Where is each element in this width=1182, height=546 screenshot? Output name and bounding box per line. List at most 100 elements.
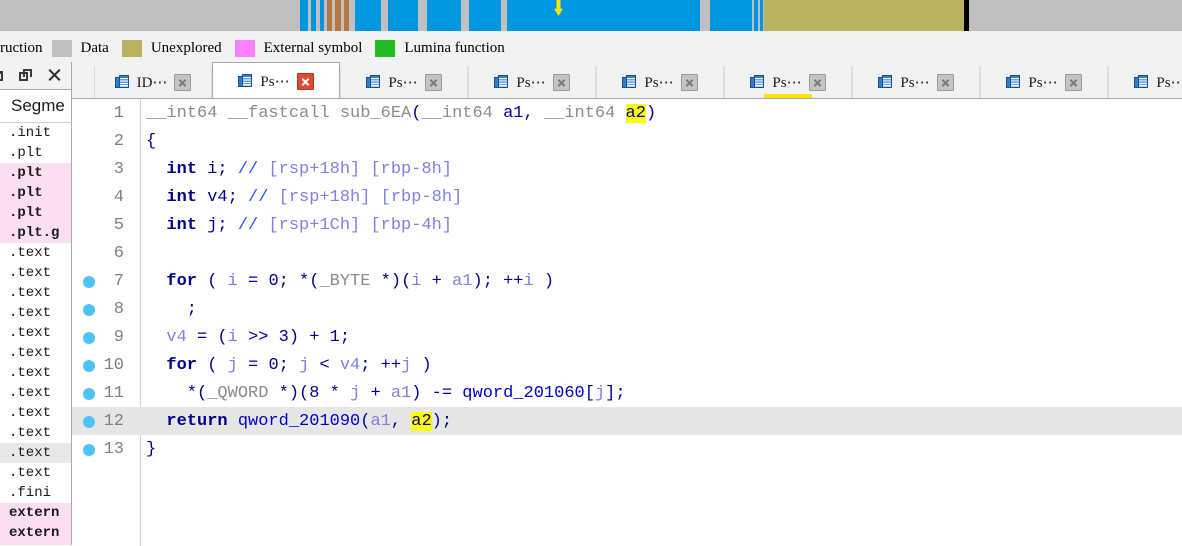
code-line-text[interactable]: { bbox=[132, 132, 156, 151]
code-line[interactable]: 10 for ( j = 0; j < v4; ++j ) bbox=[72, 351, 1182, 379]
segment-list-item[interactable]: .text bbox=[0, 263, 71, 283]
navigation-band-segment[interactable] bbox=[507, 0, 700, 31]
breakpoint-marker-icon[interactable] bbox=[83, 332, 95, 344]
code-line[interactable]: 11 *(_QWORD *)(8 * j + a1) -= qword_2010… bbox=[72, 379, 1182, 407]
restore-window-icon[interactable] bbox=[0, 68, 6, 83]
segment-list-item[interactable]: .plt bbox=[0, 203, 71, 223]
code-token: ( bbox=[197, 271, 228, 291]
code-line[interactable]: 1 __int64 __fastcall sub_6EA(__int64 a1, … bbox=[72, 99, 1182, 127]
navigation-band-segments[interactable] bbox=[0, 0, 1182, 31]
segment-list-item[interactable]: .init bbox=[0, 123, 71, 143]
navigation-band-segment[interactable] bbox=[0, 0, 300, 31]
code-line[interactable]: 8 ; bbox=[72, 295, 1182, 323]
tab-close-icon[interactable] bbox=[680, 74, 698, 91]
navigation-band-segment[interactable] bbox=[388, 0, 418, 31]
tab-bar[interactable]: ID⋯ Ps⋯ Ps⋯ Ps⋯ Ps⋯ Ps⋯ Ps⋯ Ps⋯ Ps⋯ bbox=[72, 62, 1182, 99]
tab-close-icon[interactable] bbox=[424, 74, 442, 91]
code-line[interactable]: 9 v4 = (i >> 3) + 1; bbox=[72, 323, 1182, 351]
code-line-text[interactable]: for ( j = 0; j < v4; ++j ) bbox=[132, 356, 431, 375]
code-line-text[interactable]: ; bbox=[132, 300, 197, 319]
code-line-text[interactable]: } bbox=[132, 440, 156, 459]
segment-list-item[interactable]: .plt.g bbox=[0, 223, 71, 243]
tab-close-icon[interactable] bbox=[808, 74, 826, 91]
close-window-icon[interactable] bbox=[47, 68, 62, 83]
code-line-text[interactable]: v4 = (i >> 3) + 1; bbox=[132, 328, 350, 347]
tab-close-icon[interactable] bbox=[552, 74, 570, 91]
tab-close-icon[interactable] bbox=[936, 74, 954, 91]
navigation-band-segment[interactable] bbox=[469, 0, 501, 31]
breakpoint-marker-icon[interactable] bbox=[83, 360, 95, 372]
segment-list-item[interactable]: .plt bbox=[0, 163, 71, 183]
code-line-text[interactable]: for ( i = 0; *(_BYTE *)(i + a1); ++i ) bbox=[132, 272, 554, 291]
tab[interactable]: Ps⋯ bbox=[1108, 66, 1182, 98]
segment-list-item[interactable]: .text bbox=[0, 443, 71, 463]
code-lines-container[interactable]: 1 __int64 __fastcall sub_6EA(__int64 a1, … bbox=[72, 99, 1182, 463]
segment-list-item[interactable]: .text bbox=[0, 323, 71, 343]
navigation-band-segment[interactable] bbox=[381, 0, 388, 31]
navigation-band-segment[interactable] bbox=[766, 0, 964, 31]
code-line[interactable]: 5 int j; // [rsp+1Ch] [rbp-4h] bbox=[72, 211, 1182, 239]
tab[interactable]: Ps⋯ bbox=[340, 66, 468, 98]
tab[interactable]: Ps⋯ bbox=[212, 62, 340, 98]
segment-list-item[interactable]: .text bbox=[0, 383, 71, 403]
document-pages-icon bbox=[494, 75, 509, 90]
code-line[interactable]: 2{ bbox=[72, 127, 1182, 155]
navigation-band-segment[interactable] bbox=[700, 0, 710, 31]
segments-list[interactable]: .init .plt .plt .plt .plt .plt.g .text .text .te… bbox=[0, 123, 72, 545]
decompiler-code-view[interactable]: 1 __int64 __fastcall sub_6EA(__int64 a1, … bbox=[72, 99, 1182, 546]
code-line-text[interactable]: *(_QWORD *)(8 * j + a1) -= qword_201060[… bbox=[132, 384, 626, 403]
tab-close-icon[interactable] bbox=[1064, 74, 1082, 91]
tab-close-icon[interactable] bbox=[174, 74, 192, 91]
segment-list-item[interactable]: .text bbox=[0, 363, 71, 383]
segments-column-header[interactable]: Segme bbox=[0, 90, 72, 123]
code-line[interactable]: 7 for ( i = 0; *(_BYTE *)(i + a1); ++i ) bbox=[72, 267, 1182, 295]
segment-list-item[interactable]: extern bbox=[0, 503, 71, 523]
tab[interactable]: ID⋯ bbox=[94, 66, 212, 98]
navigation-band-segment[interactable] bbox=[427, 0, 461, 31]
navigation-band-segment[interactable] bbox=[710, 0, 752, 31]
code-line-text[interactable]: __int64 __fastcall sub_6EA(__int64 a1, _… bbox=[132, 103, 656, 123]
code-line-text[interactable]: return qword_201090(a1, a2); bbox=[132, 411, 452, 431]
segment-list-item[interactable]: .plt bbox=[0, 143, 71, 163]
breakpoint-marker-icon[interactable] bbox=[83, 416, 95, 428]
breakpoint-marker-icon[interactable] bbox=[83, 276, 95, 288]
navigation-band-segment[interactable] bbox=[300, 0, 308, 31]
tab[interactable]: Ps⋯ bbox=[596, 66, 724, 98]
navigation-band-segment[interactable] bbox=[355, 0, 381, 31]
segment-list-item[interactable]: .text bbox=[0, 303, 71, 323]
segment-list-item[interactable]: .text bbox=[0, 283, 71, 303]
code-token: a1 bbox=[390, 383, 412, 403]
breakpoint-marker-icon[interactable] bbox=[83, 388, 95, 400]
navigation-band[interactable] bbox=[0, 0, 1182, 31]
breakpoint-marker-icon[interactable] bbox=[83, 304, 95, 316]
code-line-text[interactable]: int v4; // [rsp+18h] [rbp-8h] bbox=[132, 188, 462, 207]
code-token: [rsp+1Ch] [rbp-4h] bbox=[268, 215, 453, 235]
code-line[interactable]: 6 bbox=[72, 239, 1182, 267]
navigation-band-segment[interactable] bbox=[461, 0, 469, 31]
maximize-window-icon[interactable] bbox=[19, 68, 34, 83]
code-line[interactable]: 13} bbox=[72, 435, 1182, 463]
code-line[interactable]: 12 return qword_201090(a1, a2); bbox=[72, 407, 1182, 435]
code-line-text[interactable]: int i; // [rsp+18h] [rbp-8h] bbox=[132, 160, 452, 179]
code-token: for bbox=[166, 271, 198, 291]
segment-list-item[interactable]: .text bbox=[0, 423, 71, 443]
segment-list-item[interactable]: .text bbox=[0, 243, 71, 263]
segment-list-item[interactable]: extern bbox=[0, 523, 71, 543]
code-line[interactable]: 4 int v4; // [rsp+18h] [rbp-8h] bbox=[72, 183, 1182, 211]
tab[interactable]: Ps⋯ bbox=[852, 66, 980, 98]
segment-list-item[interactable]: extern bbox=[0, 543, 71, 545]
segment-list-item[interactable]: .text bbox=[0, 343, 71, 363]
navigation-band-segment[interactable] bbox=[418, 0, 427, 31]
navigation-band-segment[interactable] bbox=[969, 0, 1182, 31]
segment-list-item[interactable]: .text bbox=[0, 403, 71, 423]
code-line-text[interactable]: int j; // [rsp+1Ch] [rbp-4h] bbox=[132, 216, 452, 235]
segment-list-item[interactable]: .fini bbox=[0, 483, 71, 503]
tab-close-icon[interactable] bbox=[296, 73, 314, 90]
breakpoint-marker-icon[interactable] bbox=[83, 444, 95, 456]
segment-list-item[interactable]: .text bbox=[0, 463, 71, 483]
tab[interactable]: Ps⋯ bbox=[980, 66, 1108, 98]
code-line[interactable]: 3 int i; // [rsp+18h] [rbp-8h] bbox=[72, 155, 1182, 183]
tab[interactable]: Ps⋯ bbox=[468, 66, 596, 98]
segment-list-item[interactable]: .plt bbox=[0, 183, 71, 203]
